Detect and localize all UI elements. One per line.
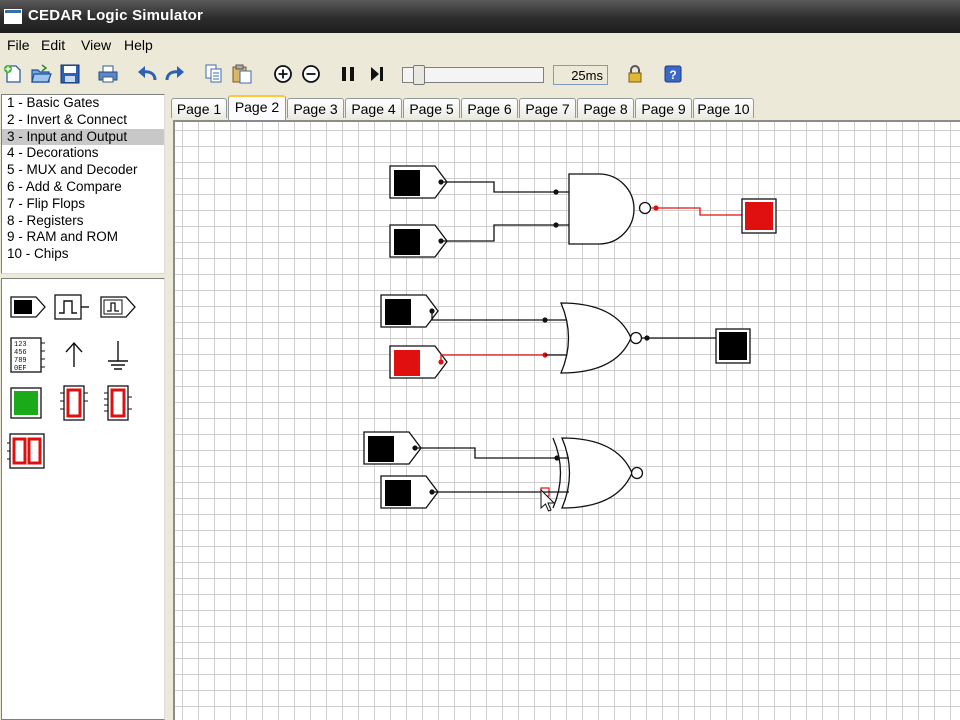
tab-page-1[interactable]: Page 1: [171, 98, 227, 118]
library-item[interactable]: 3 - Input and Output: [2, 128, 164, 146]
speed-slider-thumb[interactable]: [413, 65, 425, 85]
zoom-in-icon[interactable]: [272, 64, 294, 84]
toggle-state[interactable]: [394, 170, 420, 196]
tab-page-7[interactable]: Page 7: [519, 98, 576, 118]
library-item[interactable]: 5 - MUX and Decoder: [2, 162, 164, 179]
svg-text:?: ?: [669, 68, 676, 82]
title-bar: CEDAR Logic Simulator: [0, 0, 960, 33]
library-list: 1 - Basic Gates 2 - Invert & Connect 3 - I…: [1, 94, 165, 274]
vcc-part[interactable]: [54, 335, 94, 375]
wire-node: [412, 445, 418, 451]
help-icon[interactable]: ?: [662, 64, 684, 84]
svg-text:0EF: 0EF: [14, 365, 27, 373]
wire[interactable]: [415, 447, 557, 493]
seven-segment-part[interactable]: [54, 383, 94, 423]
wire-high[interactable]: [440, 354, 545, 362]
svg-text:123: 123: [14, 341, 27, 349]
toggle-state[interactable]: [385, 480, 411, 506]
open-file-icon[interactable]: [30, 64, 52, 84]
dual-seven-segment-part[interactable]: [6, 431, 46, 471]
svg-text:456: 456: [14, 349, 27, 357]
library-item[interactable]: 7 - Flip Flops: [2, 196, 164, 213]
nand-gate[interactable]: [556, 173, 635, 245]
xor-input-curve: [552, 437, 562, 509]
page-tabs: Page 1 Page 2 Page 3 Page 4 Page 5 Page 6 Page…: [168, 94, 960, 120]
seven-segment-bus-part[interactable]: [98, 383, 138, 423]
toggle-state[interactable]: [394, 350, 420, 376]
wire-node: [438, 359, 444, 365]
undo-icon[interactable]: [136, 64, 158, 84]
zoom-out-icon[interactable]: [300, 64, 322, 84]
clock-part[interactable]: [52, 287, 92, 327]
parts-palette: 123 456 789 0EF: [1, 278, 165, 720]
wire[interactable]: [441, 181, 556, 242]
nor-gate[interactable]: [545, 302, 632, 374]
tab-page-6[interactable]: Page 6: [461, 98, 518, 118]
toggle-state[interactable]: [385, 299, 411, 325]
wire-node: [429, 489, 435, 495]
output-led-state: [719, 332, 747, 360]
library-item[interactable]: 9 - RAM and ROM: [2, 229, 164, 246]
toggle-state[interactable]: [368, 436, 394, 462]
hex-keypad-part[interactable]: 123 456 789 0EF: [8, 335, 48, 375]
wire-node: [653, 205, 659, 211]
lock-icon[interactable]: [624, 64, 646, 84]
tab-page-10[interactable]: Page 10: [693, 98, 754, 118]
save-icon[interactable]: [59, 64, 81, 84]
speed-slider[interactable]: [402, 65, 544, 85]
tab-page-5[interactable]: Page 5: [403, 98, 460, 118]
wire-node: [429, 308, 435, 314]
nand-circuit: [389, 165, 777, 258]
tab-page-2[interactable]: Page 2: [228, 95, 286, 120]
copy-icon[interactable]: [203, 64, 225, 84]
window-title: CEDAR Logic Simulator: [28, 7, 204, 24]
tab-page-9[interactable]: Page 9: [635, 98, 692, 118]
library-item[interactable]: 2 - Invert & Connect: [2, 112, 164, 129]
menu-help[interactable]: Help: [124, 37, 153, 53]
output-led-state: [745, 202, 773, 230]
inverter-bubble: [638, 201, 652, 215]
pause-icon[interactable]: [338, 64, 360, 84]
app-icon: [4, 9, 22, 24]
led-part[interactable]: [6, 383, 46, 423]
library-item[interactable]: 10 - Chips: [2, 246, 164, 263]
xnor-circuit: [363, 431, 644, 509]
mouse-cursor-icon: [540, 488, 556, 512]
step-icon[interactable]: [366, 64, 388, 84]
svg-text:789: 789: [14, 357, 27, 365]
menu-edit[interactable]: Edit: [41, 37, 65, 53]
tab-page-4[interactable]: Page 4: [345, 98, 402, 118]
ground-part[interactable]: [98, 335, 138, 375]
speed-value-field[interactable]: 25ms: [553, 65, 608, 85]
wire-node: [438, 238, 444, 244]
toolbar: 25ms ?: [0, 57, 960, 92]
toggle-state[interactable]: [394, 229, 420, 255]
print-icon[interactable]: [97, 64, 119, 84]
circuit-diagram: [363, 165, 777, 512]
menu-bar: File Edit View Help: [0, 33, 960, 57]
menu-view[interactable]: View: [81, 37, 111, 53]
menu-file[interactable]: File: [7, 37, 30, 53]
tab-page-3[interactable]: Page 3: [287, 98, 344, 118]
library-item[interactable]: 1 - Basic Gates: [2, 95, 164, 112]
toggle-switch-part[interactable]: [8, 287, 48, 327]
sidebar: 1 - Basic Gates 2 - Invert & Connect 3 - I…: [0, 92, 168, 720]
tab-page-8[interactable]: Page 8: [577, 98, 634, 118]
wire-high[interactable]: [651, 207, 749, 216]
inverter-bubble: [630, 466, 644, 480]
pulse-part[interactable]: [98, 287, 138, 327]
library-item[interactable]: 8 - Registers: [2, 213, 164, 230]
paste-icon[interactable]: [231, 64, 253, 84]
library-item[interactable]: 4 - Decorations: [2, 145, 164, 162]
wire[interactable]: [431, 311, 545, 321]
wire-node: [644, 335, 650, 341]
inverter-bubble: [629, 331, 643, 345]
wire-node: [438, 179, 444, 185]
new-file-icon[interactable]: [2, 64, 24, 84]
nor-circuit: [380, 294, 751, 379]
redo-icon[interactable]: [164, 64, 186, 84]
xnor-gate[interactable]: [545, 437, 633, 509]
library-item[interactable]: 6 - Add & Compare: [2, 179, 164, 196]
